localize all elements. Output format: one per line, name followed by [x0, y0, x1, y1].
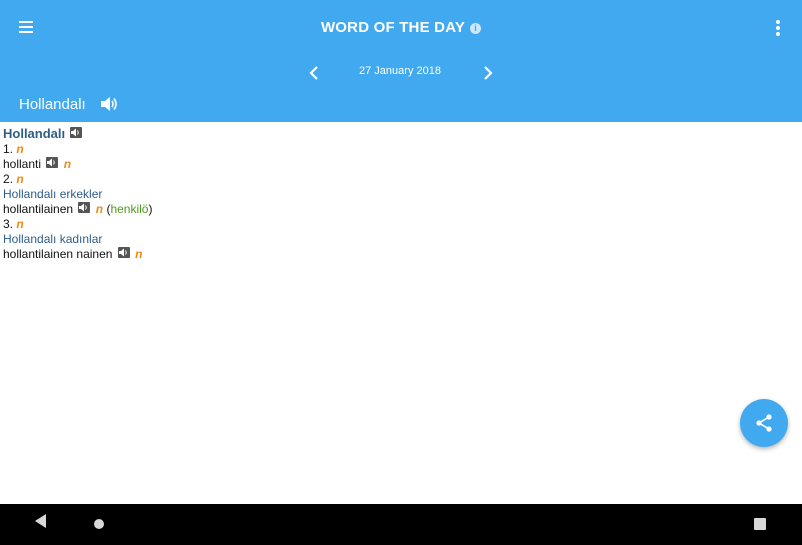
- system-nav-bar: [0, 504, 802, 545]
- sense-number: 1.: [3, 142, 14, 156]
- translation-text: hollantilainen nainen: [3, 247, 113, 261]
- chevron-right-icon[interactable]: [478, 62, 496, 84]
- sense-3-source-phrase: Hollandalı kadınlar: [3, 232, 103, 246]
- sense-2-source-phrase: Hollandalı erkekler: [3, 187, 103, 201]
- pos-tag: n: [16, 172, 24, 186]
- chevron-left-icon[interactable]: [306, 62, 324, 84]
- speaker-icon[interactable]: [70, 127, 83, 138]
- pos-tag: n: [63, 157, 72, 171]
- home-circle-icon[interactable]: [94, 519, 104, 529]
- entry-headword: Hollandalı: [3, 126, 66, 141]
- gloss-paren-close: ): [148, 202, 153, 216]
- info-icon[interactable]: i: [470, 23, 482, 34]
- page-title-wrap: WORD OF THE DAY i: [0, 19, 802, 36]
- speaker-icon[interactable]: [78, 202, 91, 213]
- headword-bar: Hollandalı: [19, 96, 118, 116]
- speaker-icon[interactable]: [46, 157, 59, 168]
- entry-headword-line: Hollandalı: [3, 126, 152, 142]
- back-triangle-icon[interactable]: [33, 513, 49, 529]
- sense-1-number-line: 1. n: [3, 142, 152, 157]
- pos-tag: n: [16, 217, 24, 231]
- page-title: WORD OF THE DAY: [320, 19, 466, 36]
- gloss-text: henkilö: [110, 202, 149, 216]
- sense-3-number-line: 3. n: [3, 217, 152, 232]
- speaker-icon[interactable]: [117, 247, 130, 258]
- share-icon: [756, 414, 772, 432]
- recents-square-icon[interactable]: [754, 518, 766, 530]
- sense-3-translation-line: hollantilainen nainen n: [3, 247, 152, 262]
- translation-text: hollanti: [3, 157, 42, 171]
- volume-icon[interactable]: [100, 96, 118, 116]
- headword-bar-word: Hollandalı: [19, 96, 86, 113]
- sense-1-translation-line: hollanti n: [3, 157, 152, 172]
- sense-2-translation-line: hollantilainen n (henkilö): [3, 202, 152, 217]
- pos-tag: n: [135, 247, 143, 261]
- sense-number: 3.: [3, 217, 14, 231]
- dictionary-entry: Hollandalı 1. n hollanti n 2. n Hollanda…: [3, 126, 152, 262]
- date-label: 27 January 2018: [359, 65, 441, 77]
- pos-tag: n: [95, 202, 104, 216]
- pos-tag: n: [16, 142, 24, 156]
- sense-number: 2.: [3, 172, 14, 186]
- app-bar: WORD OF THE DAY i 27 January 2018 Holland…: [0, 0, 802, 122]
- sense-2-number-line: 2. n: [3, 172, 152, 187]
- translation-text: hollantilainen: [3, 202, 74, 216]
- more-vert-icon[interactable]: [770, 17, 786, 39]
- share-button[interactable]: [740, 399, 788, 447]
